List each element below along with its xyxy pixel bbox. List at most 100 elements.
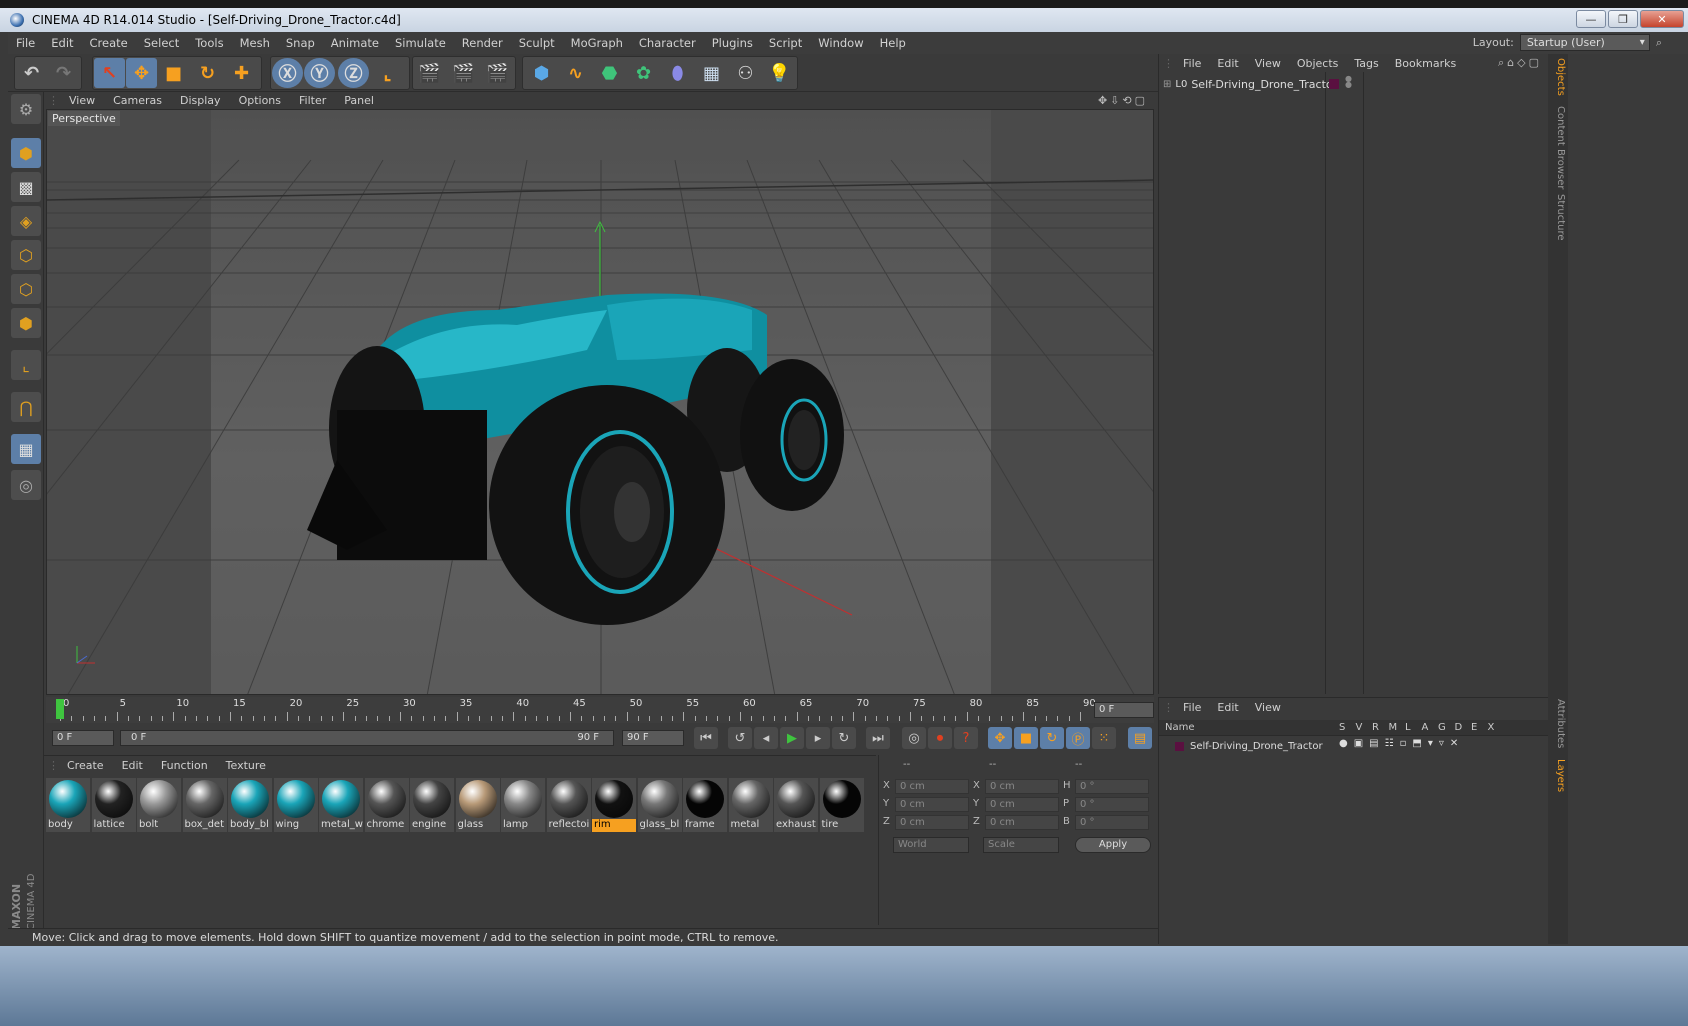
object-tree-item[interactable]: ⊞ L0 Self-Driving_Drone_Tractor (1163, 76, 1337, 92)
current-frame-field[interactable]: 0 F (1094, 702, 1154, 718)
material-menu-texture[interactable]: Texture (217, 759, 275, 772)
menu-sculpt[interactable]: Sculpt (511, 36, 563, 50)
axis-mode-icon[interactable]: ⌞ (11, 350, 41, 380)
maximize-button[interactable]: ❐ (1608, 10, 1638, 28)
objects-menu-view[interactable]: View (1247, 57, 1289, 70)
points-mode-icon[interactable]: ⬡ (11, 240, 41, 270)
coord-value-field[interactable]: 0 cm (895, 815, 969, 830)
go-to-start-icon[interactable]: ⏮ (694, 727, 718, 749)
viewport-menu-filter[interactable]: Filter (290, 94, 335, 107)
create-object-icon[interactable]: ✚ (226, 58, 257, 88)
layer-column-header[interactable]: A (1422, 722, 1429, 733)
coord-value-field[interactable]: 0 ° (1075, 779, 1149, 794)
layer-column-header[interactable]: M (1389, 722, 1398, 733)
material-swatch[interactable]: glass_bl (637, 778, 682, 832)
layer-column-header[interactable]: L (1405, 722, 1411, 733)
layers-menu-edit[interactable]: Edit (1209, 701, 1246, 714)
coord-value-field[interactable]: 0 cm (895, 779, 969, 794)
soft-selection-icon[interactable]: ◎ (11, 470, 41, 500)
start-frame-field[interactable]: 0 F (52, 730, 114, 746)
menu-mograph[interactable]: MoGraph (563, 36, 631, 50)
texture-mode-icon[interactable]: ▩ (11, 172, 41, 202)
edges-mode-icon[interactable]: ⬡ (11, 274, 41, 304)
objects-menu-bookmarks[interactable]: Bookmarks (1387, 57, 1464, 70)
layer-name[interactable]: Self-Driving_Drone_Tractor (1190, 741, 1323, 752)
material-menu-edit[interactable]: Edit (113, 759, 152, 772)
menu-character[interactable]: Character (631, 36, 704, 50)
go-to-end-icon[interactable]: ⏭ (866, 727, 890, 749)
tab-structure[interactable]: Structure (1550, 194, 1566, 241)
expand-icon[interactable]: ⊞ (1163, 79, 1171, 90)
scale-tool-icon[interactable]: ■ (158, 58, 189, 88)
x-axis-lock-icon[interactable]: Ⓧ (272, 58, 303, 88)
viewport-menu-display[interactable]: Display (171, 94, 230, 107)
tab-attributes[interactable]: Attributes (1550, 699, 1566, 748)
layer-column-header[interactable]: R (1372, 722, 1379, 733)
y-axis-lock-icon[interactable]: Ⓨ (304, 58, 335, 88)
menu-help[interactable]: Help (872, 36, 914, 50)
menu-window[interactable]: Window (810, 36, 871, 50)
objects-menu-tags[interactable]: Tags (1346, 57, 1386, 70)
polygons-mode-icon[interactable]: ⬢ (11, 308, 41, 338)
coord-value-field[interactable]: 0 ° (1075, 797, 1149, 812)
snap-magnet-icon[interactable]: ⋂ (11, 392, 41, 422)
key-parameter-icon[interactable]: Ⓟ (1066, 727, 1090, 749)
frame-range-slider[interactable]: 0 F 90 F (120, 730, 614, 746)
camera-icon[interactable]: ⚇ (730, 58, 761, 88)
spline-pen-icon[interactable]: ∿ (560, 58, 591, 88)
menu-simulate[interactable]: Simulate (387, 36, 454, 50)
array-generator-icon[interactable]: ✿ (628, 58, 659, 88)
layers-menu-view[interactable]: View (1247, 701, 1289, 714)
layer-column-header[interactable]: D (1455, 722, 1463, 733)
menu-file[interactable]: File (8, 36, 43, 50)
coord-value-field[interactable]: 0 cm (985, 797, 1059, 812)
material-swatch[interactable]: bolt (137, 778, 181, 832)
object-manager-nav-icons[interactable]: ⌕⌂◇▢ (1498, 56, 1542, 70)
material-menu-function[interactable]: Function (152, 759, 217, 772)
tab-content-browser[interactable]: Content Browser (1550, 106, 1566, 189)
menu-edit[interactable]: Edit (43, 36, 81, 50)
tab-layers[interactable]: Layers (1550, 759, 1566, 792)
next-key-icon[interactable]: ↻ (832, 727, 856, 749)
move-tool-icon[interactable]: ✥ (126, 58, 157, 88)
material-swatch[interactable]: reflectoi (546, 778, 591, 832)
key-point-level-icon[interactable]: ⁙ (1092, 727, 1116, 749)
objects-menu-edit[interactable]: Edit (1209, 57, 1246, 70)
layer-column-header[interactable]: G (1438, 722, 1446, 733)
menu-animate[interactable]: Animate (323, 36, 387, 50)
material-swatch[interactable]: tire (819, 778, 864, 832)
menu-plugins[interactable]: Plugins (704, 36, 761, 50)
apply-button[interactable]: Apply (1075, 837, 1151, 853)
material-swatch[interactable]: rim (592, 778, 636, 832)
material-swatch[interactable]: engine (410, 778, 454, 832)
end-frame-field[interactable]: 90 F (622, 730, 684, 746)
timeline-layout-icon[interactable]: ▤ (1128, 727, 1152, 749)
playhead[interactable] (56, 699, 64, 719)
layout-dropdown[interactable]: Startup (User) (1519, 34, 1650, 51)
material-swatch[interactable]: metal (728, 778, 773, 832)
objects-menu-objects[interactable]: Objects (1289, 57, 1347, 70)
make-editable-icon[interactable]: ⚙ (11, 94, 41, 124)
previous-key-icon[interactable]: ↺ (728, 727, 752, 749)
subdivision-surface-icon[interactable]: ⬣ (594, 58, 625, 88)
material-swatch[interactable]: wing (273, 778, 318, 832)
render-settings-icon[interactable]: 🎬 (482, 58, 513, 88)
perspective-viewport[interactable]: Perspective (46, 109, 1154, 695)
floor-scene-icon[interactable]: ▦ (696, 58, 727, 88)
menu-create[interactable]: Create (82, 36, 136, 50)
coordinate-space-dropdown[interactable]: World (893, 837, 969, 853)
material-swatch[interactable]: body (46, 778, 90, 832)
close-button[interactable]: ✕ (1640, 10, 1684, 28)
layer-row[interactable]: Self-Driving_Drone_Tractor (1175, 738, 1323, 754)
visibility-dots-icon[interactable]: ● ● (1345, 75, 1352, 89)
material-swatch[interactable]: lattice (91, 778, 136, 832)
render-picture-viewer-icon[interactable]: 🎬 (448, 58, 479, 88)
coord-value-field[interactable]: 0 ° (1075, 815, 1149, 830)
material-swatch[interactable]: frame (683, 778, 727, 832)
play-icon[interactable]: ▶ (780, 727, 804, 749)
cube-primitive-icon[interactable]: ⬢ (526, 58, 557, 88)
material-swatch[interactable]: glass (455, 778, 500, 832)
timeline-ruler[interactable]: 0 5 10 15 20 25 30 35 40 45 50 55 60 65 70 75 80 85 90 0 F (46, 697, 1154, 723)
layer-column-header[interactable]: E (1471, 722, 1477, 733)
redo-icon[interactable]: ↷ (48, 58, 79, 88)
